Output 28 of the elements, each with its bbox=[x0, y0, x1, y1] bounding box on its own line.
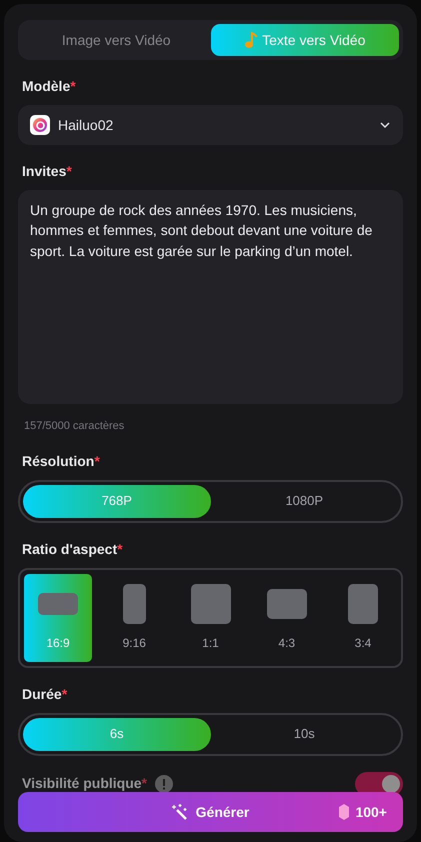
character-counter: 157/5000 caractères bbox=[24, 419, 126, 434]
field-label: Visibilité publique* bbox=[22, 774, 147, 793]
info-icon[interactable] bbox=[155, 774, 173, 792]
aspect-ratio-option[interactable]: 1:1 bbox=[176, 574, 244, 662]
magic-wand-icon bbox=[172, 804, 188, 820]
field-label: Durée* bbox=[22, 684, 68, 704]
model-select[interactable]: Hailuo02 bbox=[18, 105, 403, 145]
chevron-down-icon bbox=[379, 121, 391, 129]
aspect-ratio-option[interactable]: 4:3 bbox=[252, 574, 321, 662]
field-label: Ratio d'aspect* bbox=[22, 540, 124, 559]
resolution-option[interactable]: 1080P bbox=[210, 484, 398, 518]
field-label: Résolution* bbox=[22, 452, 101, 470]
field-label: Modèle* bbox=[22, 77, 77, 96]
aspect-shape-icon bbox=[38, 592, 78, 614]
mode-tab[interactable]: Image vers Vidéo bbox=[22, 24, 210, 56]
gem-icon bbox=[339, 804, 350, 820]
aspect-shape-icon bbox=[122, 584, 146, 624]
duration-option[interactable]: 10s bbox=[210, 718, 398, 750]
model-logo-icon bbox=[30, 115, 50, 135]
field-label: Invites* bbox=[22, 162, 73, 181]
aspect-shape-icon bbox=[266, 588, 307, 618]
aspect-ratio-option[interactable]: 9:16 bbox=[100, 574, 168, 662]
aspect-ratio-option[interactable]: 3:4 bbox=[329, 574, 397, 662]
prompt-field[interactable]: Un groupe de rock des années 1970. Les musiciens, hommes et femmes, sont debout devant une voiture de sport. La voiture est garée sur le parking d’un motel. bbox=[18, 190, 403, 404]
aspect-shape-icon bbox=[348, 584, 378, 624]
generate-button[interactable]: Générer 100+ bbox=[18, 792, 403, 832]
credit-cost: 100+ bbox=[355, 802, 387, 822]
aspect-shape-icon bbox=[190, 584, 230, 624]
